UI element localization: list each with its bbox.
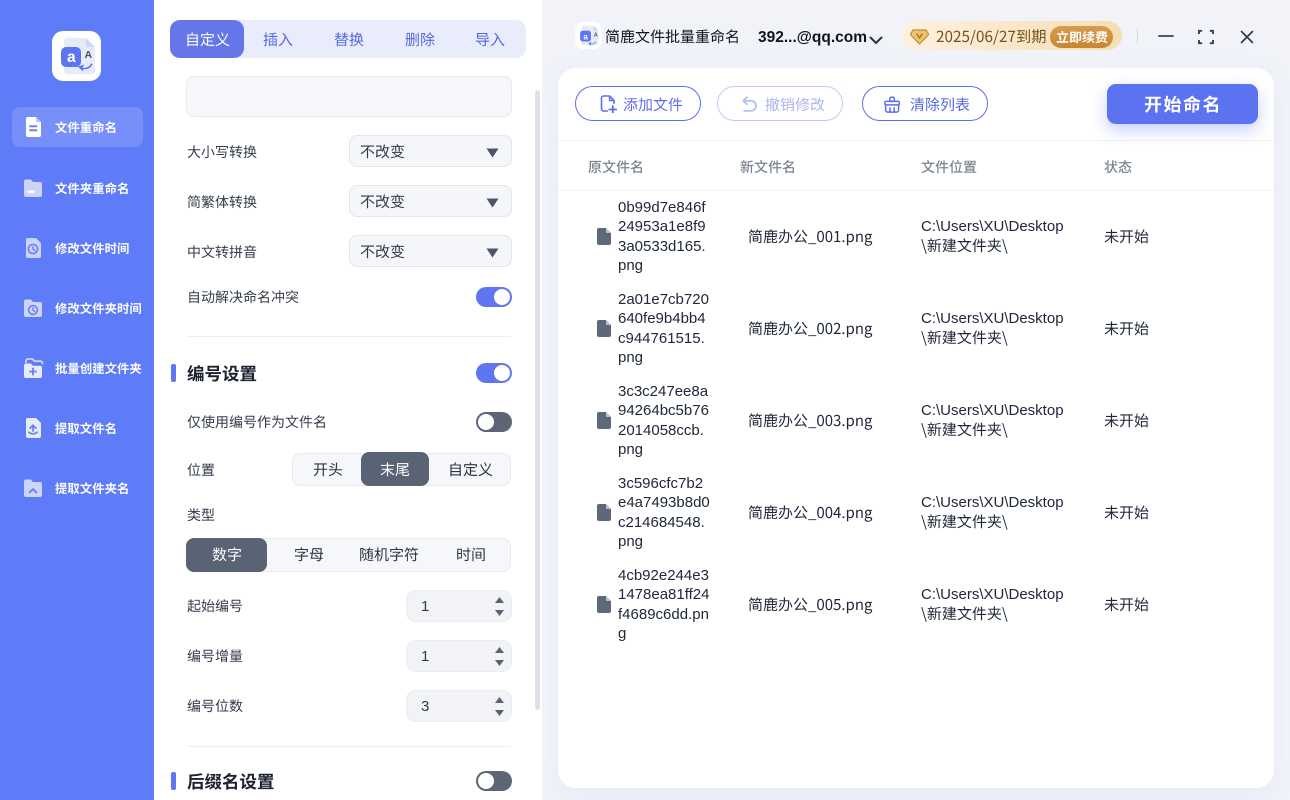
svg-text:A: A xyxy=(594,33,598,39)
svg-text:a: a xyxy=(583,31,588,41)
